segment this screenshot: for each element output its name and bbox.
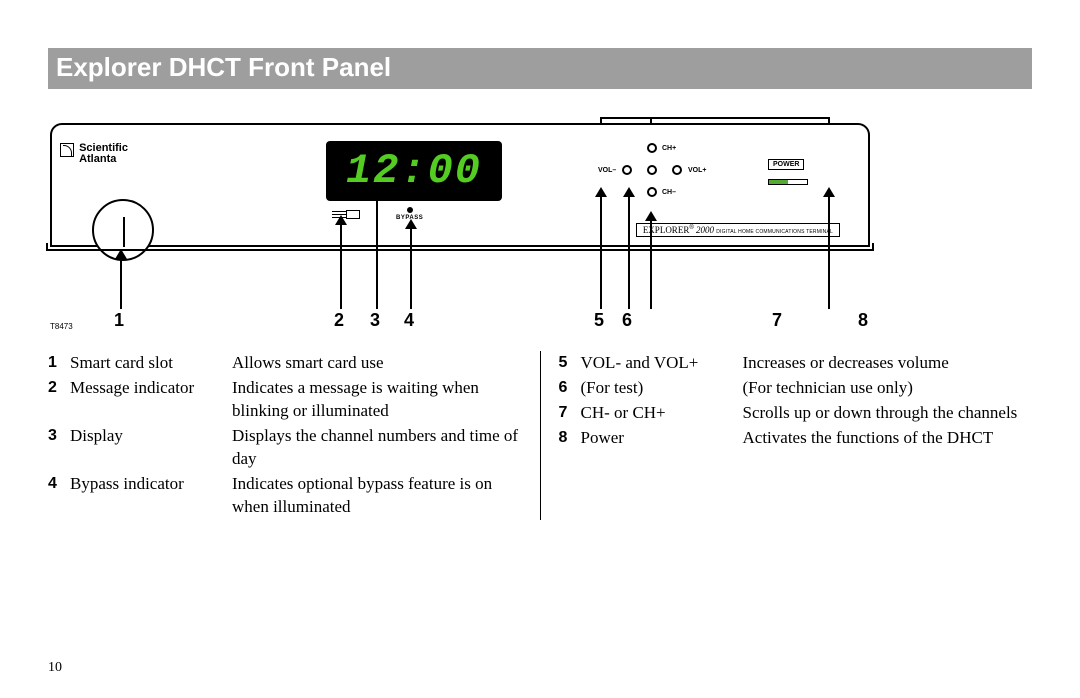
brand-logo: Scientific Atlanta xyxy=(60,143,128,165)
legend-row: 3DisplayDisplays the channel numbers and… xyxy=(48,424,522,470)
model-label: EXPLORER® 2000 DIGITAL HOME COMMUNICATIO… xyxy=(636,223,840,237)
callout-5: 5 xyxy=(594,310,604,331)
callout-arrow-2 xyxy=(340,217,342,309)
device-body: Scientific Atlanta 12:00 BYPASS CH+ CH– … xyxy=(50,123,870,247)
callout-7: 7 xyxy=(772,310,782,331)
callout-6: 6 xyxy=(622,310,632,331)
brand-line2: Atlanta xyxy=(79,153,116,165)
power-area: POWER xyxy=(768,153,832,185)
vol-minus-button[interactable] xyxy=(622,165,632,175)
legend-row: 1Smart card slotAllows smart card use xyxy=(48,351,522,374)
callout-4: 4 xyxy=(404,310,414,331)
callout-arrow-7 xyxy=(650,213,652,309)
nav-pad: CH+ CH– VOL– VOL+ xyxy=(592,143,712,217)
legend-table: 1Smart card slotAllows smart card use 2M… xyxy=(48,351,1032,520)
legend-row: 4Bypass indicatorIndicates optional bypa… xyxy=(48,472,522,518)
callout-2: 2 xyxy=(334,310,344,331)
section-title: Explorer DHCT Front Panel xyxy=(48,48,1032,89)
test-button[interactable] xyxy=(647,165,657,175)
callout-arrow-8 xyxy=(828,189,830,309)
front-panel-diagram: Scientific Atlanta 12:00 BYPASS CH+ CH– … xyxy=(50,117,870,327)
page-number: 10 xyxy=(48,660,62,676)
callout-arrow-1 xyxy=(120,251,122,309)
bypass-led-icon xyxy=(407,207,413,213)
vol-plus-button[interactable] xyxy=(672,165,682,175)
callout-arrow-4 xyxy=(410,221,412,309)
legend-row: 6(For test)(For technician use only) xyxy=(559,376,1033,399)
ch-minus-button[interactable] xyxy=(647,187,657,197)
callout-arrow-6 xyxy=(628,189,630,309)
callout-3: 3 xyxy=(370,310,380,331)
power-button[interactable]: POWER xyxy=(768,159,804,170)
legend-row: 7CH- or CH+Scrolls up or down through th… xyxy=(559,401,1033,424)
callout-arrow-5 xyxy=(600,189,602,309)
callout-1: 1 xyxy=(114,310,124,331)
ch-plus-button[interactable] xyxy=(647,143,657,153)
legend-row: 8PowerActivates the functions of the DHC… xyxy=(559,426,1033,449)
legend-row: 5VOL- and VOL+Increases or decreases vol… xyxy=(559,351,1033,374)
legend-row: 2Message indicatorIndicates a message is… xyxy=(48,376,522,422)
legend-col-left: 1Smart card slotAllows smart card use 2M… xyxy=(48,351,541,520)
display-time: 12:00 xyxy=(346,147,482,195)
legend-col-right: 5VOL- and VOL+Increases or decreases vol… xyxy=(541,351,1033,520)
led-display: 12:00 xyxy=(326,141,502,201)
callout-8: 8 xyxy=(858,310,868,331)
callout-arrow-3 xyxy=(376,189,378,309)
power-led-icon xyxy=(768,179,808,185)
t-code: T8473 xyxy=(50,322,73,331)
atlanta-logo-icon xyxy=(60,143,74,157)
